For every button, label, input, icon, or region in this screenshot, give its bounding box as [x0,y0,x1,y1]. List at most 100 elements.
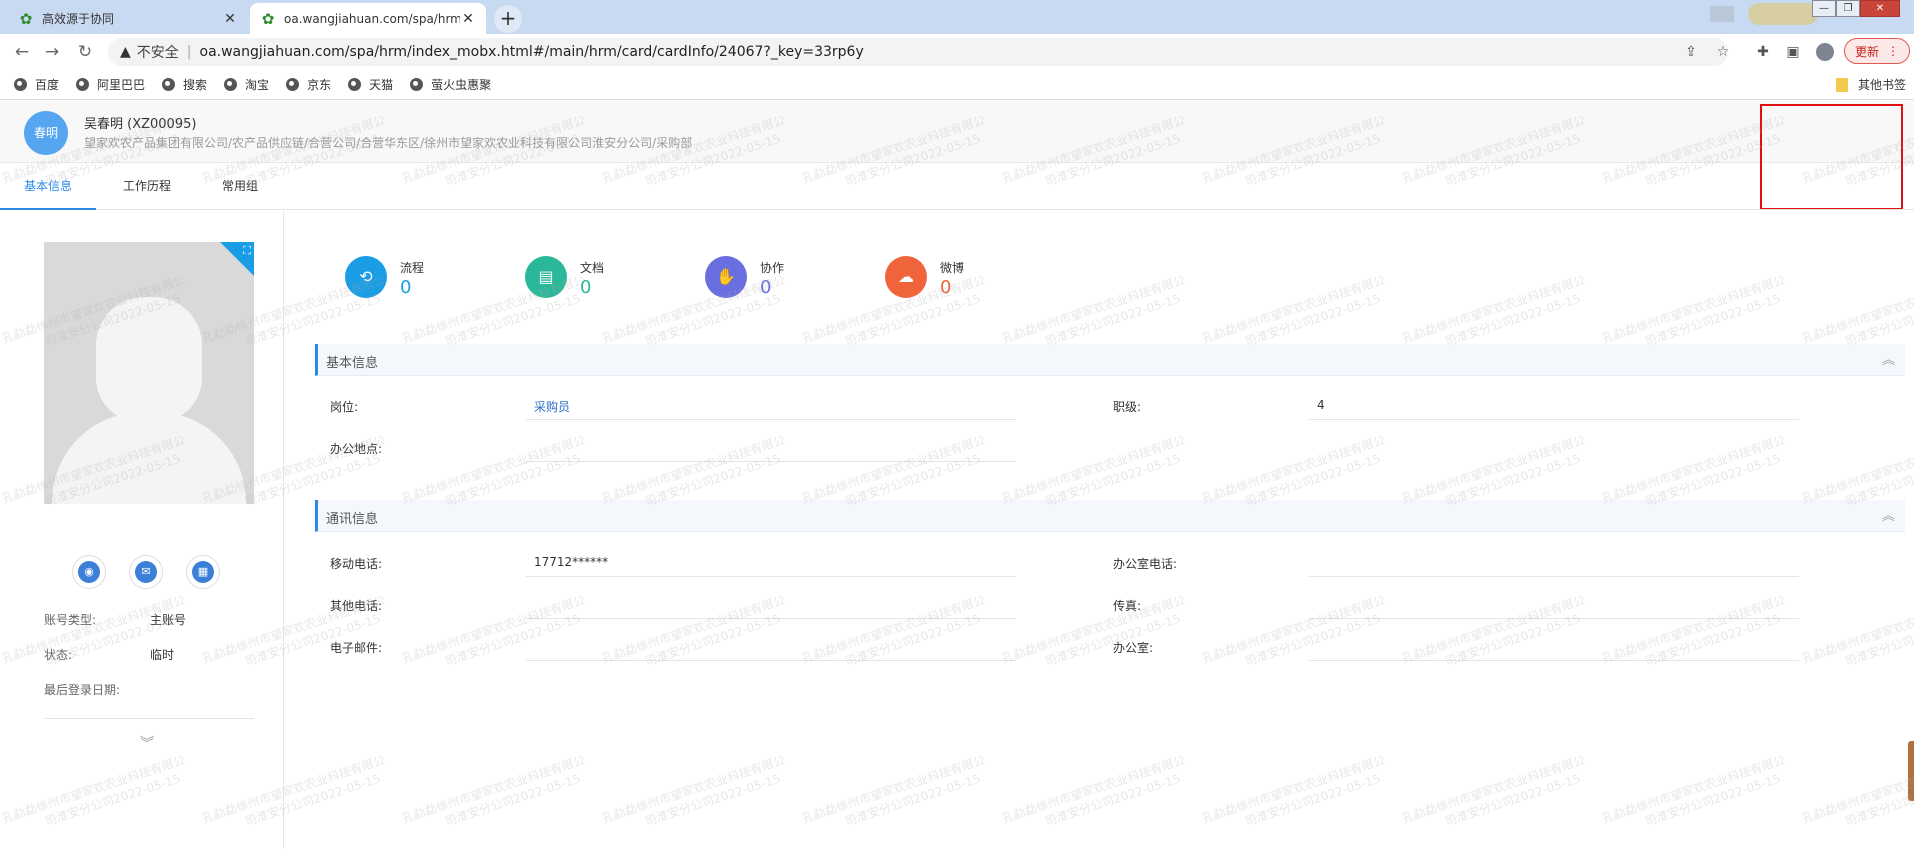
field-label: 其他电话: [330,599,383,613]
share-icon[interactable]: ⇪ [1682,44,1700,60]
close-tab-icon[interactable]: ✕ [222,11,238,27]
star-icon[interactable]: ☆ [1714,44,1732,60]
new-tab-button[interactable]: + [494,5,522,33]
field-label: 移动电话: [330,557,383,571]
chevron-down-icon[interactable]: ︾ [140,733,154,753]
profile-icon[interactable] [1816,43,1834,61]
bookmark-item[interactable]: 天猫 [348,76,393,93]
section-contact-info[interactable]: 通讯信息 ︽ [315,500,1905,532]
bookmarks-bar: 百度 阿里巴巴 搜索 淘宝 京东 天猫 萤火虫惠聚 其他书签 [0,70,1914,100]
bookmark-item[interactable]: 淘宝 [224,76,269,93]
stat-value: 0 [760,277,772,298]
chevron-up-icon[interactable]: ︽ [1882,349,1895,368]
globe-icon [162,78,176,91]
bookmark-item[interactable]: 萤火虫惠聚 [410,76,491,93]
watermark-line: 孔勐勐徐州市望家欢农业科技有限公 [1000,593,1188,666]
minimize-icon[interactable]: — [1812,0,1836,17]
watermark-line: 司淮安分公司2022-05-15 [1243,771,1383,829]
tab-work-history[interactable]: 工作历程 [110,164,184,210]
org-path: 望家欢农产品集团有限公司/农产品供应链/合营公司/合营华东区/徐州市望家欢农业科… [84,136,693,150]
watermark-line: 孔勐勐徐州市望家欢农业科技有限公 [1600,273,1788,346]
close-window-icon[interactable]: ✕ [1860,0,1900,17]
watermark-line: 孔勐勐徐州市望家欢农业科技有限公 [1400,753,1588,826]
calendar-button[interactable]: ▦ [186,555,220,589]
field-value[interactable]: 采购员 [534,398,570,415]
reload-icon[interactable]: ↻ [75,42,95,62]
watermark-line: 孔勐勐徐州市望家欢农业科技有限公 [1800,753,1914,826]
forward-arrow-icon[interactable]: → [42,42,62,62]
watermark-line: 孔勐勐徐州市望家欢农业科技有限公 [1400,433,1588,506]
watermark-line: 孔勐勐徐州市望家欢农业科技有限公 [1200,753,1388,826]
account-type-label: 账号类型: [44,613,97,627]
bookmark-label: 萤火虫惠聚 [431,78,492,92]
field-underline [1309,660,1799,661]
document-icon: ▤ [525,256,567,298]
back-arrow-icon[interactable]: ← [12,42,32,62]
watermark-text: 孔勐勐徐州市望家欢农业科技有限公司淮安分公司2022-05-15 [1600,592,1793,682]
stat-weibo[interactable]: ☁ 微博 0 [885,253,1035,301]
account-type-row: 账号类型: 主账号 [44,611,186,628]
tab-title: oa.wangjiahuan.com/spa/hrm/ [284,11,460,26]
stat-workflow[interactable]: ⟲ 流程 0 [345,253,495,301]
scroll-handle[interactable] [1908,741,1914,801]
watermark-text: 孔勐勐徐州市望家欢农业科技有限公司淮安分公司2022-05-15 [800,592,993,682]
address-bar: ← → ↻ ▲ 不安全 | oa.wangjiahuan.com/spa/hrm… [0,34,1914,70]
left-panel: ⛶ ◉ ✉ ▦ 账号类型: 主账号 状态: 临时 最后登录日期: ︾ [0,211,284,849]
watermark-line: 孔勐勐徐州市望家欢农业科技有限公 [1200,433,1388,506]
url-path: /spa/hrm/index_mobx.html#/main/hrm/card/… [344,44,864,60]
stat-value: 0 [940,277,952,298]
watermark-line: 孔勐勐徐州市望家欢农业科技有限公 [800,433,988,506]
bookmark-item[interactable]: 百度 [14,76,59,93]
other-bookmarks[interactable]: 其他书签 [1835,76,1906,93]
chevron-up-icon[interactable]: ︽ [1882,505,1895,524]
update-label: 更新 [1854,44,1879,59]
section-title: 通讯信息 [326,512,379,527]
field-label: 办公地点: [330,442,383,456]
watermark-line: 司淮安分公司2022-05-15 [1043,611,1183,669]
bookmark-label: 百度 [35,78,60,92]
field-underline [1309,576,1799,577]
watermark-line: 孔勐勐徐州市望家欢农业科技有限公 [400,593,588,666]
watermark-line: 司淮安分公司2022-05-15 [843,771,983,829]
watermark-line: 司淮安分公司2022-05-15 [1043,771,1183,829]
window-controls: — ❐ ✕ [1812,0,1900,18]
stat-value: 0 [400,277,412,298]
stat-documents[interactable]: ▤ 文档 0 [525,253,675,301]
field-value: 4 [1317,398,1325,412]
browser-tab-inactive[interactable]: ✿ 高效源于协同 ✕ [8,3,248,34]
watermark-line: 孔勐勐徐州市望家欢农业科技有限公 [1000,433,1188,506]
watermark-text: 孔勐勐徐州市望家欢农业科技有限公司淮安分公司2022-05-15 [1000,592,1193,682]
url-field[interactable]: ▲ 不安全 | oa.wangjiahuan.com/spa/hrm/index… [108,38,1728,66]
tab-basic-info[interactable]: 基本信息 [0,164,96,210]
maximize-icon[interactable]: ❐ [1836,0,1860,17]
status-value: 临时 [150,648,175,662]
stat-collaboration[interactable]: ✋ 协作 0 [705,253,855,301]
chat-icon: ◉ [78,561,100,583]
update-button[interactable]: 更新 ⋮ [1844,38,1910,64]
chat-button[interactable]: ◉ [72,555,106,589]
bookmark-label: 京东 [307,78,332,92]
browser-tab-bar: ✿ 高效源于协同 ✕ ✿ oa.wangjiahuan.com/spa/hrm/… [0,0,1914,34]
security-label: 不安全 [136,45,179,61]
stat-label: 微博 [940,261,965,275]
watermark-text: 孔勐勐徐州市望家欢农业科技有限公司淮安分公司2022-05-15 [1000,752,1193,842]
watermark-line: 孔勐勐徐州市望家欢农业科技有限公 [1200,593,1388,666]
section-basic-info[interactable]: 基本信息 ︽ [315,344,1905,376]
blurred-icon [1710,6,1734,22]
watermark-line: 孔勐勐徐州市望家欢农业科技有限公 [1800,593,1914,666]
watermark-line: 孔勐勐徐州市望家欢农业科技有限公 [1400,273,1588,346]
bookmark-item[interactable]: 搜索 [162,76,207,93]
watermark-line: 孔勐勐徐州市望家欢农业科技有限公 [400,433,588,506]
email-button[interactable]: ✉ [129,555,163,589]
fullscreen-icon[interactable]: ⛶ [243,244,251,258]
close-tab-icon[interactable]: ✕ [460,11,476,27]
side-panel-icon[interactable]: ▣ [1784,44,1802,60]
watermark-text: 孔勐勐徐州市望家欢农业科技有限公司淮安分公司2022-05-15 [1200,592,1393,682]
tab-common-groups[interactable]: 常用组 [210,164,270,210]
handshake-icon: ✋ [705,256,747,298]
extensions-icon[interactable]: ✚ [1754,44,1772,60]
bookmark-item[interactable]: 京东 [286,76,331,93]
bookmark-item[interactable]: 阿里巴巴 [76,76,145,93]
watermark-text: 孔勐勐徐州市望家欢农业科技有限公司淮安分公司2022-05-15 [1400,592,1593,682]
browser-tab-active[interactable]: ✿ oa.wangjiahuan.com/spa/hrm/ ✕ [250,3,486,34]
